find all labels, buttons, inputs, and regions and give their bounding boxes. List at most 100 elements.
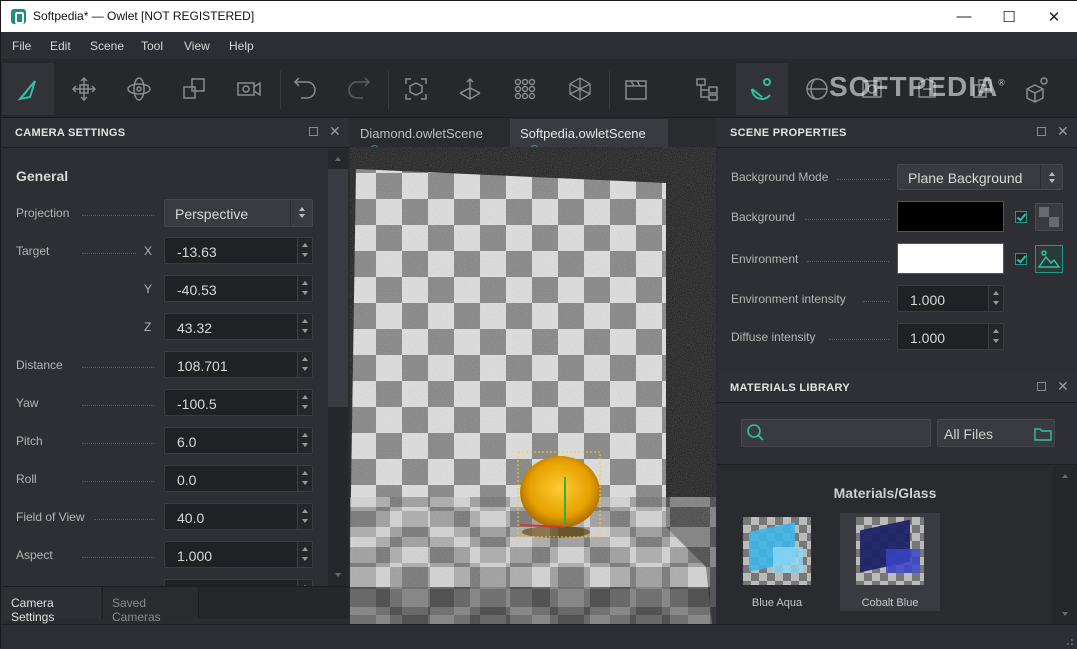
menu-help[interactable]: Help (229, 39, 254, 53)
environment-checkbox[interactable] (1015, 253, 1027, 265)
undo-icon[interactable] (279, 63, 331, 115)
app-window: Softpedia* — Owlet [NOT REGISTERED] — ☐ … (0, 0, 1077, 649)
3d-viewport[interactable] (350, 147, 716, 624)
target-y-input[interactable]: -40.53 (164, 275, 313, 302)
material-item-cobalt-blue[interactable]: Cobalt Blue (840, 513, 940, 611)
menu-tool[interactable]: Tool (141, 39, 163, 53)
close-button[interactable]: ✕ (1031, 1, 1077, 32)
scale-icon[interactable] (168, 63, 220, 115)
camera-panel-scrollbar[interactable] (328, 149, 348, 586)
materials-search-input[interactable] (741, 419, 931, 447)
camera-icon[interactable] (223, 63, 275, 115)
environment-color-swatch[interactable] (897, 243, 1004, 274)
hierarchy-icon[interactable] (681, 63, 733, 115)
scene-properties-header: SCENE PROPERTIES ✕ (717, 118, 1077, 148)
background-mode-select[interactable]: Plane Background (897, 164, 1063, 190)
close-panel-icon[interactable]: ✕ (1057, 124, 1069, 138)
spinner-icon[interactable] (297, 504, 312, 529)
wireframe-icon[interactable] (554, 63, 606, 115)
tab-softpedia-scene[interactable]: Softpedia.owletScene (510, 119, 668, 154)
aspect-label: Aspect (16, 548, 53, 562)
chevron-updown-icon (1040, 165, 1062, 189)
move-icon[interactable] (58, 63, 110, 115)
roll-label: Roll (16, 472, 37, 486)
spinner-icon[interactable] (297, 276, 312, 301)
scene-properties-panel: Background Mode Plane Background Backgro… (717, 149, 1077, 373)
background-checkbox[interactable] (1015, 211, 1027, 223)
menu-view[interactable]: View (184, 39, 210, 53)
spinner-icon[interactable] (297, 314, 312, 339)
clapperboard-icon[interactable] (610, 63, 662, 115)
environment-intensity-input[interactable]: 1.000 (897, 285, 1004, 312)
minimize-button[interactable]: — (941, 1, 987, 32)
float-panel-icon[interactable] (1037, 127, 1046, 136)
target-x-input[interactable]: -13.63 (164, 237, 313, 264)
scroll-up-icon[interactable] (335, 157, 341, 161)
spinner-icon[interactable] (297, 466, 312, 491)
field-of-view-input[interactable]: 40.0 (164, 503, 313, 530)
aspect-input[interactable]: 1.000 (164, 541, 313, 568)
spinner-icon[interactable] (988, 324, 1003, 349)
environment-intensity-label: Environment intensity (731, 292, 846, 306)
roll-input[interactable]: 0.0 (164, 465, 313, 492)
pitch-input[interactable]: 6.0 (164, 427, 313, 454)
spinner-icon[interactable] (297, 542, 312, 567)
menu-edit[interactable]: Edit (50, 39, 71, 53)
materials-grid: Materials/Glass Blue Aqua Cobalt Blue (717, 466, 1053, 624)
background-color-swatch[interactable] (897, 201, 1004, 232)
maximize-button[interactable]: ☐ (986, 1, 1032, 32)
close-panel-icon[interactable]: ✕ (1057, 379, 1069, 393)
panel-title: CAMERA SETTINGS (15, 127, 126, 139)
spinner-icon[interactable] (297, 428, 312, 453)
scroll-up-icon[interactable] (1062, 474, 1068, 478)
environment-label: Environment (731, 252, 799, 266)
scroll-down-icon[interactable] (335, 573, 341, 577)
float-panel-icon[interactable] (1037, 382, 1046, 391)
scene-settings-icon[interactable] (736, 63, 788, 115)
yaw-label: Yaw (16, 396, 39, 410)
yaw-input[interactable]: -100.5 (164, 389, 313, 416)
resize-grip-icon[interactable] (1064, 636, 1074, 646)
material-thumbnail (856, 517, 924, 585)
menu-scene[interactable]: Scene (90, 39, 124, 53)
projection-select[interactable]: Perspective (164, 199, 313, 227)
tab-saved-cameras[interactable]: Saved Cameras (102, 587, 199, 624)
minimize-icon: — (956, 8, 972, 25)
menu-file[interactable]: File (12, 39, 31, 53)
folder-icon[interactable] (1034, 426, 1052, 442)
tab-camera-settings[interactable]: Camera Settings (2, 587, 101, 624)
axis-x-label: X (144, 244, 153, 258)
select-arrow-icon[interactable] (2, 63, 54, 115)
spinner-icon[interactable] (297, 238, 312, 263)
projection-label: Projection (16, 206, 70, 220)
materials-filter-select[interactable]: All Files (937, 419, 1055, 447)
search-icon (747, 424, 764, 441)
diffuse-intensity-input[interactable]: 1.000 (897, 323, 1004, 350)
grid-icon[interactable] (499, 63, 551, 115)
toolbar-separator (388, 71, 389, 109)
axis-y-label: Y (144, 282, 153, 296)
scroll-down-icon[interactable] (1062, 612, 1068, 616)
materials-scrollbar[interactable] (1053, 466, 1077, 624)
checker-texture-button[interactable] (1035, 203, 1063, 231)
frame-selection-icon[interactable] (390, 63, 442, 115)
next-field-input[interactable] (164, 579, 313, 586)
distance-input[interactable]: 108.701 (164, 351, 313, 378)
scroll-thumb[interactable] (328, 169, 348, 407)
tab-diamond-scene[interactable]: Diamond.owletScene (350, 119, 508, 154)
close-panel-icon[interactable]: ✕ (329, 124, 341, 138)
rotate-icon[interactable] (113, 63, 165, 115)
spinner-icon[interactable] (297, 390, 312, 415)
frame-all-icon[interactable] (444, 63, 496, 115)
spinner-icon[interactable] (297, 352, 312, 377)
redo-icon[interactable] (333, 63, 385, 115)
render-view[interactable] (350, 147, 716, 624)
materials-library-header: MATERIALS LIBRARY ✕ (717, 373, 1077, 403)
environment-image-button[interactable] (1035, 245, 1063, 273)
material-item-blue-aqua[interactable]: Blue Aqua (739, 513, 815, 611)
camera-settings-panel: General Projection Perspective Target X … (2, 149, 328, 586)
target-z-input[interactable]: 43.32 (164, 313, 313, 340)
geometry-icon[interactable] (1011, 63, 1063, 115)
spinner-icon[interactable] (988, 286, 1003, 311)
float-panel-icon[interactable] (309, 127, 318, 136)
